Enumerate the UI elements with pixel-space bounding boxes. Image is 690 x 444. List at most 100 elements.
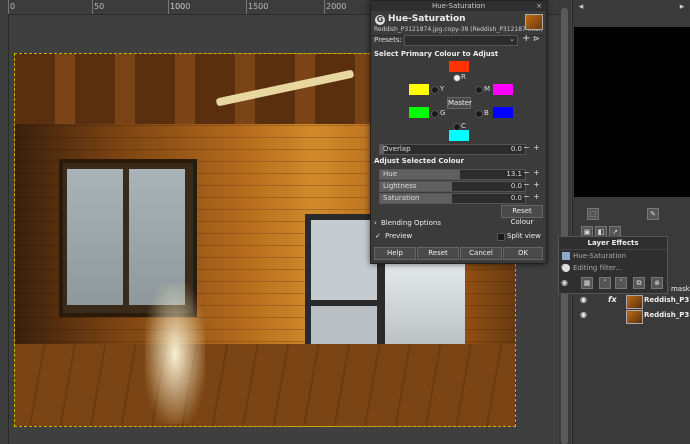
layer-row[interactable]: ◉ fx Reddish_P312 (572, 294, 690, 309)
green-swatch[interactable] (409, 107, 429, 118)
chevron-right-icon[interactable]: › (374, 219, 377, 227)
sunlight-patch (145, 284, 205, 424)
gegl-icon: G (375, 15, 385, 25)
magenta-radio-label: M (484, 85, 491, 93)
tab-right-icon[interactable]: ▸ (676, 2, 688, 14)
blue-swatch[interactable] (493, 107, 513, 118)
dialog-header: G Hue-Saturation Reddish_P3121874.jpg.co… (371, 11, 546, 36)
delete-icon[interactable]: ⊗ (651, 277, 663, 289)
decrement-icon[interactable]: − (523, 143, 530, 152)
chevron-down-icon: ⌄ (509, 35, 515, 43)
hue-saturation-dialog: Hue-Saturation × G Hue-Saturation Reddis… (370, 0, 547, 264)
dialog-header-subtitle: Reddish_P3121874.jpg.copy-38 (Reddish_P3… (374, 26, 543, 33)
ruler-tick (168, 0, 169, 14)
magenta-radio[interactable] (475, 86, 483, 94)
ruler-tick (8, 0, 9, 14)
green-radio[interactable] (431, 110, 439, 118)
lightness-slider[interactable]: Lightness 0.0 (379, 181, 526, 192)
increment-icon[interactable]: + (533, 180, 540, 189)
overlap-slider[interactable]: Overlap 0.0 (379, 144, 526, 155)
ruler-label: 1500 (248, 2, 269, 11)
blue-radio-label: B (484, 109, 489, 117)
master-button[interactable]: Master (447, 97, 472, 109)
select-icon[interactable]: ⬚ (587, 208, 599, 220)
dialog-window-title: Hue-Saturation (431, 2, 486, 10)
tab-left-icon[interactable]: ◂ (575, 2, 587, 14)
visibility-eye-icon[interactable]: ◉ (580, 295, 587, 304)
lightness-label: Lightness (383, 182, 417, 190)
layer-thumbnail (626, 310, 643, 324)
lightness-value: 0.0 (510, 182, 522, 190)
help-button[interactable]: Help (374, 247, 416, 260)
red-radio[interactable] (453, 74, 461, 82)
reset-button[interactable]: Reset (417, 247, 459, 260)
ruler-label: 1000 (170, 2, 191, 11)
cancel-button[interactable]: Cancel (460, 247, 502, 260)
ruler-label: 50 (94, 2, 105, 11)
visibility-eye-icon[interactable]: ◉ (561, 278, 568, 287)
presets-combo[interactable]: ⌄ (404, 35, 518, 46)
add-preset-icon[interactable]: + (522, 33, 530, 44)
ok-button[interactable]: OK (503, 247, 543, 260)
adjust-selected-label: Adjust Selected Colour (374, 157, 464, 165)
green-radio-label: G (440, 109, 446, 117)
decrement-icon[interactable]: − (523, 180, 530, 189)
select-primary-label: Select Primary Colour to Adjust (374, 50, 499, 58)
saturation-value: 0.0 (510, 194, 522, 202)
duplicate-icon[interactable]: ⧉ (633, 277, 645, 289)
navigation-preview (574, 27, 690, 197)
window-pane (67, 169, 123, 305)
split-view-label: Split view (507, 232, 541, 240)
ruler-label: 2000 (326, 2, 347, 11)
yellow-swatch[interactable] (409, 84, 429, 95)
overlap-value: 0.0 (510, 145, 522, 153)
hue-label: Hue (383, 170, 398, 178)
visibility-eye-icon[interactable]: ◉ (561, 262, 568, 271)
yellow-radio[interactable] (431, 86, 439, 94)
decrement-icon[interactable]: − (523, 168, 530, 177)
layer-row[interactable]: ◉ Reddish_P312 (572, 309, 690, 324)
reset-colour-button[interactable]: Reset Colour (501, 205, 543, 226)
preview-label: Preview (385, 232, 413, 240)
red-swatch[interactable] (449, 61, 469, 72)
door-glass (311, 220, 377, 300)
filter-icon (562, 252, 570, 260)
preview-checkbox-icon[interactable]: ✓ (375, 232, 381, 240)
saturation-slider[interactable]: Saturation 0.0 (379, 193, 526, 204)
red-radio-label: R (461, 73, 466, 81)
fx-icon[interactable]: fx (608, 295, 617, 304)
magenta-swatch[interactable] (493, 84, 513, 95)
split-view-checkbox[interactable] (497, 233, 505, 241)
layer-effects-popup: Layer Effects Hue-Saturation Editing fil… (558, 236, 668, 294)
preset-menu-icon[interactable]: ⊳ (533, 34, 540, 43)
ruler-label: 0 (10, 2, 16, 11)
wooden-floor (15, 344, 515, 426)
scrollbar-thumb[interactable] (561, 8, 568, 444)
decrement-icon[interactable]: − (523, 192, 530, 201)
visibility-eye-icon[interactable]: ◉ (580, 310, 587, 319)
effect-item[interactable]: Hue-Saturation (573, 252, 626, 260)
layer-effects-title: Layer Effects (559, 237, 667, 250)
cyan-swatch[interactable] (449, 130, 469, 141)
increment-icon[interactable]: + (533, 168, 540, 177)
yellow-radio-label: Y (440, 85, 445, 93)
increment-icon[interactable]: + (533, 192, 540, 201)
dialog-titlebar[interactable]: Hue-Saturation × (371, 1, 546, 11)
vertical-scrollbar[interactable] (559, 0, 571, 444)
ruler-tick (92, 0, 93, 14)
layer-name: Reddish_P312 (644, 311, 690, 319)
edit-icon[interactable]: ✎ (647, 208, 659, 220)
vertical-ruler (0, 14, 9, 444)
cyan-radio-label: C (461, 122, 466, 130)
overlap-label: Overlap (383, 145, 411, 153)
move-up-icon[interactable]: ˄ (599, 277, 611, 289)
merge-icon[interactable]: ▦ (581, 277, 593, 289)
increment-icon[interactable]: + (533, 143, 540, 152)
close-icon[interactable]: × (536, 1, 542, 11)
blending-options-expander[interactable]: Blending Options (381, 219, 441, 227)
move-down-icon[interactable]: ˅ (615, 277, 627, 289)
hue-slider[interactable]: Hue 13.1 (379, 169, 526, 180)
layer-name: Reddish_P312 (644, 296, 690, 304)
blue-radio[interactable] (475, 110, 483, 118)
editing-filter-label: Editing filter... (573, 264, 622, 272)
